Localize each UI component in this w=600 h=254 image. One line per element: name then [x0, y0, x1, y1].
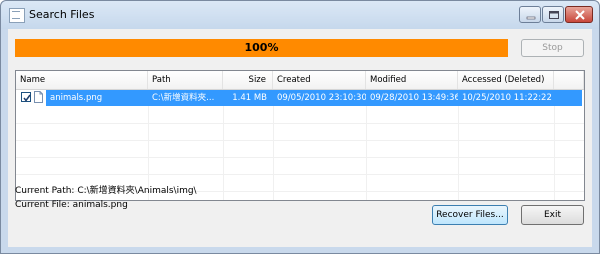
grid-line — [366, 106, 367, 200]
column-header-accessed[interactable]: Accessed (Deleted) — [458, 71, 554, 89]
grid-line — [16, 157, 584, 158]
progress-label: 100% — [244, 41, 279, 54]
grid-line — [273, 106, 274, 200]
client-area: 100% Stop Name Path Size Created Modifie… — [8, 29, 592, 247]
grid-line — [554, 106, 555, 200]
table-row[interactable]: animals.png C:\新增資料夾... 1.41 MB 09/05/20… — [16, 90, 584, 106]
maximize-icon — [549, 11, 559, 19]
minimize-button[interactable] — [519, 6, 541, 23]
grid-line — [458, 106, 459, 200]
grid-line — [16, 174, 584, 175]
grid-line — [223, 106, 224, 200]
cell-modified: 09/28/2010 13:49:36 — [370, 93, 458, 103]
current-file-label: Current File: animals.png — [15, 200, 128, 210]
minimize-icon — [526, 16, 536, 20]
file-icon — [34, 91, 43, 103]
title-bar[interactable]: Search Files — [1, 1, 599, 29]
grid-line — [16, 123, 584, 124]
checkbox-checked-icon — [23, 94, 31, 102]
recover-files-button[interactable]: Recover Files... — [432, 205, 508, 225]
app-icon — [9, 8, 25, 23]
window-title: Search Files — [29, 8, 95, 21]
column-header-modified[interactable]: Modified — [366, 71, 458, 89]
results-list[interactable]: Name Path Size Created Modified Accessed… — [15, 70, 585, 201]
current-path-label: Current Path: C:\新增資料夾\Animals\img\ — [15, 186, 197, 196]
column-header-name[interactable]: Name — [16, 71, 148, 89]
cell-size: 1.41 MB — [232, 93, 267, 103]
row-checkbox[interactable] — [21, 92, 31, 102]
column-header-created[interactable]: Created — [273, 71, 366, 89]
column-header-path[interactable]: Path — [148, 71, 223, 89]
close-icon — [575, 10, 585, 20]
column-header-filler — [554, 71, 584, 89]
cell-accessed: 10/25/2010 11:22:22 — [462, 93, 552, 103]
list-header: Name Path Size Created Modified Accessed… — [16, 71, 584, 90]
stop-button[interactable]: Stop — [521, 39, 584, 57]
cell-path: C:\新增資料夾... — [152, 93, 215, 103]
cell-name: animals.png — [50, 93, 103, 103]
grid-line — [16, 140, 584, 141]
exit-button[interactable]: Exit — [521, 205, 584, 225]
search-files-window: Search Files 100% Stop Name Path Size Cr… — [0, 0, 600, 254]
cell-created: 09/05/2010 23:10:30 — [277, 93, 366, 103]
column-header-size[interactable]: Size — [223, 71, 273, 89]
progress-bar: 100% — [15, 39, 508, 57]
maximize-button[interactable] — [542, 6, 564, 23]
close-button[interactable] — [565, 6, 593, 23]
